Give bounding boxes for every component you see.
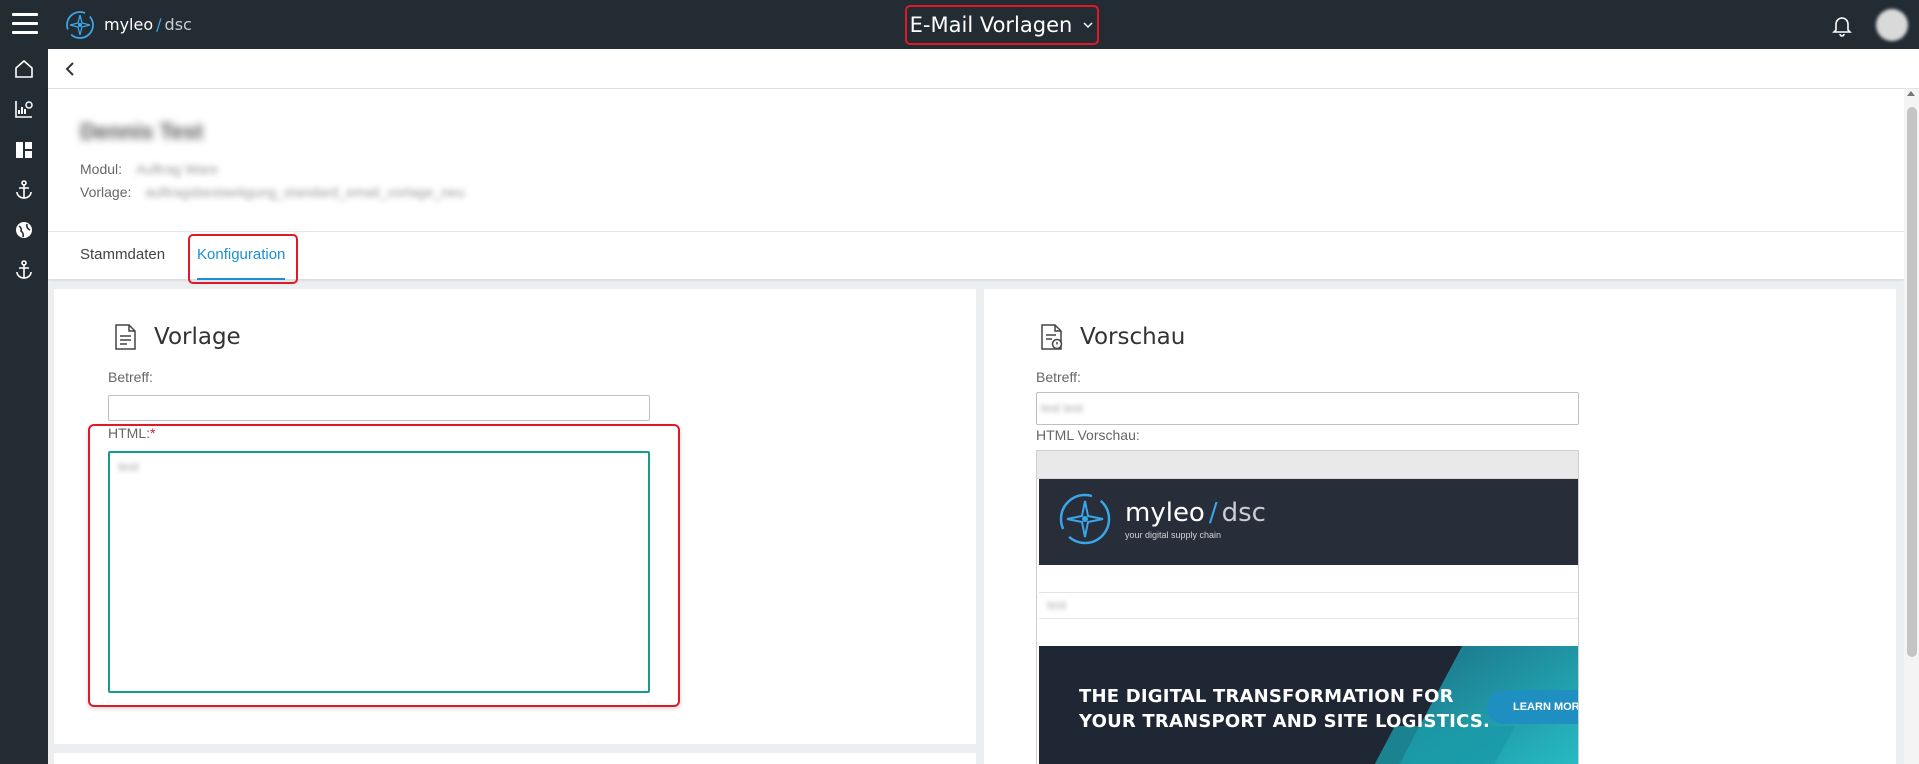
chart-settings-icon (15, 101, 33, 118)
nav-dashboard[interactable] (0, 130, 48, 170)
scroll-up-icon[interactable] (1907, 91, 1915, 96)
html-preview-frame: myleo / dsc your digital supply chain test… (1036, 450, 1579, 764)
tab-highlight (188, 234, 298, 284)
page-scrollbar[interactable] (1904, 89, 1919, 764)
nav-global[interactable] (0, 210, 48, 250)
module-label: Modul: (80, 161, 123, 177)
banner-headline: THE DIGITAL TRANSFORMATION FOR YOUR TRAN… (1079, 686, 1491, 732)
top-bar: myleo / dsc E-Mail Vorlagen (0, 0, 1919, 49)
next-card (54, 753, 976, 764)
email-brand: myleo / dsc (1125, 498, 1266, 528)
preview-toolbar (1037, 451, 1578, 479)
avatar[interactable] (1876, 9, 1908, 41)
bell-icon[interactable] (1830, 13, 1854, 37)
document-preview-icon (1041, 324, 1063, 350)
template-name: Dennis Test (80, 119, 204, 144)
dashboard-icon (16, 142, 32, 158)
module-value: Auftrag Ware (136, 161, 218, 177)
vorlage-card: Vorlage Betreff: HTML:* test (54, 289, 976, 744)
template-value: auftragsbestaetigung_standard_email_vorl… (145, 184, 465, 200)
nav-port-2[interactable] (0, 250, 48, 290)
email-logo: myleo / dsc your digital supply chain (1057, 491, 1266, 547)
menu-icon[interactable] (12, 13, 38, 35)
email-body: test (1039, 593, 1578, 619)
tab-stammdaten[interactable]: Stammdaten (80, 232, 165, 280)
email-tagline: your digital supply chain (1125, 530, 1222, 540)
template-row: Vorlage: auftragsbestaetigung_standard_e… (80, 184, 465, 200)
back-arrow-icon[interactable] (60, 59, 80, 79)
anchor-icon (16, 260, 32, 279)
module-row: Modul: Auftrag Ware (80, 161, 218, 177)
template-label: Vorlage: (80, 184, 132, 200)
vorlage-title: Vorlage (110, 322, 241, 352)
preview-subject-field: test test (1036, 392, 1579, 425)
scroll-thumb[interactable] (1907, 107, 1917, 657)
anchor-icon (16, 180, 32, 199)
page-title-dropdown[interactable]: E-Mail Vorlagen (905, 5, 1099, 45)
tab-bar: Stammdaten Konfiguration (48, 231, 1904, 280)
chevron-down-icon (1083, 22, 1093, 29)
globe-icon (16, 222, 32, 238)
html-textarea[interactable]: test (108, 451, 650, 693)
nav-home[interactable] (0, 49, 48, 89)
email-header: myleo / dsc your digital supply chain (1039, 479, 1578, 565)
nav-analytics[interactable] (0, 89, 48, 129)
email-banner: THE DIGITAL TRANSFORMATION FOR YOUR TRAN… (1039, 646, 1578, 764)
back-bar (48, 49, 1919, 89)
preview-html-label: HTML Vorschau: (1036, 427, 1140, 443)
subject-input[interactable] (108, 395, 650, 421)
preview-subject-label: Betreff: (1036, 369, 1081, 385)
document-icon (115, 324, 136, 350)
logo-mark-icon (66, 10, 94, 39)
home-icon (15, 59, 33, 78)
logo-mark-icon (1059, 493, 1111, 545)
vorschau-title: Vorschau (1036, 322, 1185, 352)
app-logo[interactable]: myleo / dsc (64, 8, 192, 41)
side-nav (0, 49, 48, 764)
learn-more-button[interactable]: LEARN MORE (1487, 690, 1578, 724)
vorschau-card: Vorschau Betreff: test test HTML Vorscha… (984, 289, 1896, 764)
email-spacer (1039, 565, 1578, 593)
page-title: E-Mail Vorlagen (909, 13, 1073, 37)
nav-port[interactable] (0, 170, 48, 210)
brand-text: myleo / dsc (104, 15, 192, 34)
template-details: Dennis Test Modul: Auftrag Ware Vorlage:… (48, 89, 1904, 284)
subject-label: Betreff: (108, 369, 153, 385)
